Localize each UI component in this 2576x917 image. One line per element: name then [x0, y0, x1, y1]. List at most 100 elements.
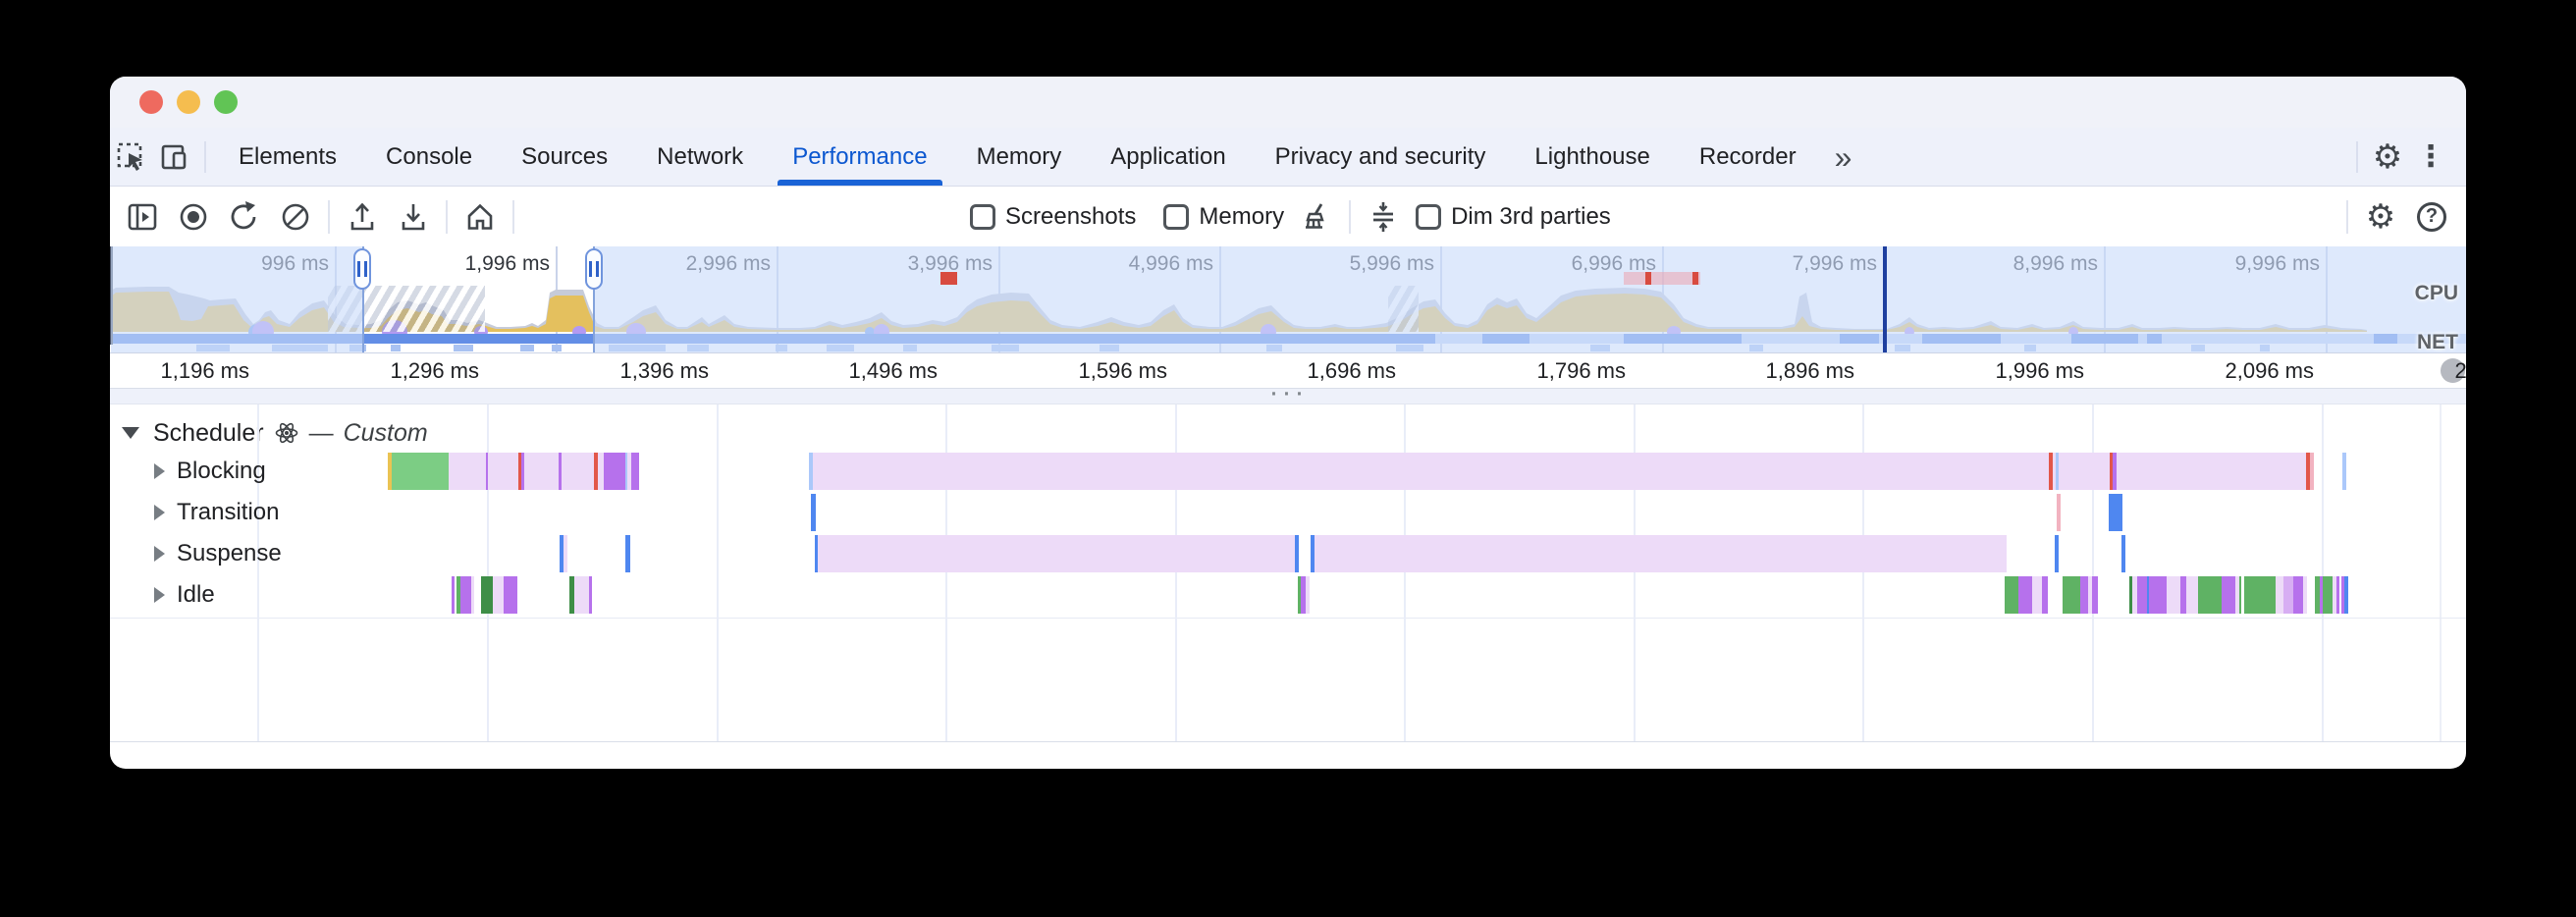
flame-chart-bar[interactable]: [2149, 576, 2167, 614]
flame-chart-bar[interactable]: [1295, 535, 1299, 572]
flame-chart-bar[interactable]: [631, 453, 639, 490]
screenshots-checkbox[interactable]: [970, 204, 995, 230]
track-row-label-suspense[interactable]: Suspense: [154, 533, 282, 574]
flame-chart-bar[interactable]: [460, 576, 471, 614]
inspect-element-icon[interactable]: [110, 135, 153, 179]
upload-profile-icon[interactable]: [344, 198, 381, 236]
capture-settings-gear-icon[interactable]: ⚙: [2362, 198, 2399, 236]
flame-chart-bar[interactable]: [2109, 494, 2122, 531]
flame-chart-bar[interactable]: [2057, 494, 2061, 531]
download-profile-icon[interactable]: [395, 198, 432, 236]
flame-chart-bar[interactable]: [524, 453, 559, 490]
garbage-collect-icon[interactable]: [1298, 198, 1335, 236]
flame-chart-bar[interactable]: [2018, 576, 2032, 614]
zoom-window-button[interactable]: [214, 90, 238, 114]
flame-chart-bar[interactable]: [481, 576, 493, 614]
flame-chart-bar[interactable]: [2310, 453, 2314, 490]
flame-chart-bar[interactable]: [2198, 576, 2222, 614]
flame-chart-bar[interactable]: [589, 576, 592, 614]
flame-chart-bar[interactable]: [604, 453, 625, 490]
flame-chart-bar[interactable]: [2063, 576, 2080, 614]
flame-chart-bar[interactable]: [2344, 576, 2348, 614]
flame-chart-bar[interactable]: [2117, 453, 2306, 490]
flame-chart-bar[interactable]: [2080, 576, 2088, 614]
flame-chart-bar[interactable]: [2303, 576, 2307, 614]
flame-chart-bar[interactable]: [562, 453, 594, 490]
flame-chart-bar[interactable]: [2005, 576, 2018, 614]
selection-handle-left[interactable]: [353, 248, 371, 290]
flame-chart-bar[interactable]: [811, 494, 816, 531]
more-tabs-icon[interactable]: »: [1821, 130, 1866, 185]
selection-handle-right[interactable]: [585, 248, 603, 290]
flame-chart-bar[interactable]: [2276, 576, 2283, 614]
flame-chart-bar[interactable]: [1306, 576, 1310, 614]
flame-chart-bar[interactable]: [449, 453, 486, 490]
flame-chart-bar[interactable]: [392, 453, 449, 490]
clear-icon[interactable]: [277, 198, 314, 236]
flame-chart-bar[interactable]: [574, 576, 589, 614]
panel-splitter[interactable]: ···: [110, 389, 2466, 405]
record-icon[interactable]: [175, 198, 212, 236]
tab-privacy-and-security[interactable]: Privacy and security: [1251, 128, 1511, 186]
tab-sources[interactable]: Sources: [497, 128, 632, 186]
flame-chart-bar[interactable]: [1315, 535, 2007, 572]
device-toolbar-icon[interactable]: [153, 135, 196, 179]
flame-chart-bar[interactable]: [504, 576, 517, 614]
flame-chart-bar[interactable]: [564, 535, 567, 572]
more-options-icon[interactable]: ⋮: [2409, 135, 2452, 179]
track-row-label-idle[interactable]: Idle: [154, 574, 215, 616]
collapse-group-icon[interactable]: [122, 427, 139, 439]
tab-elements[interactable]: Elements: [214, 128, 361, 186]
flame-chart-bar[interactable]: [2323, 576, 2333, 614]
flame-chart-bar[interactable]: [2092, 576, 2098, 614]
home-live-metrics-icon[interactable]: [461, 198, 499, 236]
flame-chart-bar[interactable]: [625, 535, 630, 572]
expand-row-icon[interactable]: [154, 587, 165, 603]
flame-chart-bar[interactable]: [2342, 453, 2346, 490]
flame-chart-bar[interactable]: [493, 576, 504, 614]
flame-chart-bar[interactable]: [2336, 576, 2339, 614]
flame-chart-bar[interactable]: [2055, 535, 2059, 572]
splitter-drag-handle-icon[interactable]: ···: [1269, 388, 1308, 398]
flame-chart-bar[interactable]: [2293, 576, 2303, 614]
flame-chart-bar[interactable]: [2137, 576, 2147, 614]
minimize-window-button[interactable]: [177, 90, 200, 114]
memory-checkbox[interactable]: [1163, 204, 1189, 230]
flame-chart-bar[interactable]: [813, 453, 2049, 490]
flame-chart-bar[interactable]: [2244, 576, 2276, 614]
tab-performance[interactable]: Performance: [768, 128, 951, 186]
flame-chart-bar[interactable]: [2239, 576, 2241, 614]
track-group-header[interactable]: Scheduler — Custom: [122, 416, 428, 450]
flame-chart-bar[interactable]: [2042, 576, 2048, 614]
timeline-overview[interactable]: 996 ms1,996 ms2,996 ms3,996 ms4,996 ms5,…: [110, 246, 2466, 352]
tab-lighthouse[interactable]: Lighthouse: [1510, 128, 1674, 186]
tab-console[interactable]: Console: [361, 128, 497, 186]
close-window-button[interactable]: [139, 90, 163, 114]
tab-network[interactable]: Network: [632, 128, 768, 186]
flame-chart-bar[interactable]: [488, 453, 518, 490]
flame-chart-bar[interactable]: [452, 576, 455, 614]
track-row-label-transition[interactable]: Transition: [154, 492, 279, 533]
flame-chart-bar[interactable]: [818, 535, 1295, 572]
expand-row-icon[interactable]: [154, 463, 165, 479]
flame-chart-bar[interactable]: [2167, 576, 2180, 614]
tab-application[interactable]: Application: [1086, 128, 1250, 186]
tab-recorder[interactable]: Recorder: [1675, 128, 1821, 186]
dim-3rd-parties-checkbox[interactable]: [1416, 204, 1441, 230]
tab-memory[interactable]: Memory: [952, 128, 1087, 186]
flame-chart-bar[interactable]: [2186, 576, 2198, 614]
settings-gear-icon[interactable]: ⚙: [2366, 135, 2409, 179]
reload-and-record-icon[interactable]: [226, 198, 263, 236]
expand-row-icon[interactable]: [154, 505, 165, 520]
flame-chart-bar[interactable]: [2032, 576, 2042, 614]
track-row-label-blocking[interactable]: Blocking: [154, 451, 266, 492]
expand-row-icon[interactable]: [154, 546, 165, 562]
flame-chart-bar[interactable]: [2283, 576, 2293, 614]
collapse-tracks-icon[interactable]: [1365, 198, 1402, 236]
flame-chart-bar[interactable]: [2121, 535, 2125, 572]
flame-chart-bar[interactable]: [471, 576, 474, 614]
flame-chart-bar[interactable]: [2222, 576, 2235, 614]
flame-chart-bar[interactable]: [2059, 453, 2110, 490]
help-icon[interactable]: ?: [2413, 198, 2450, 236]
toggle-sidebar-icon[interactable]: [124, 198, 161, 236]
